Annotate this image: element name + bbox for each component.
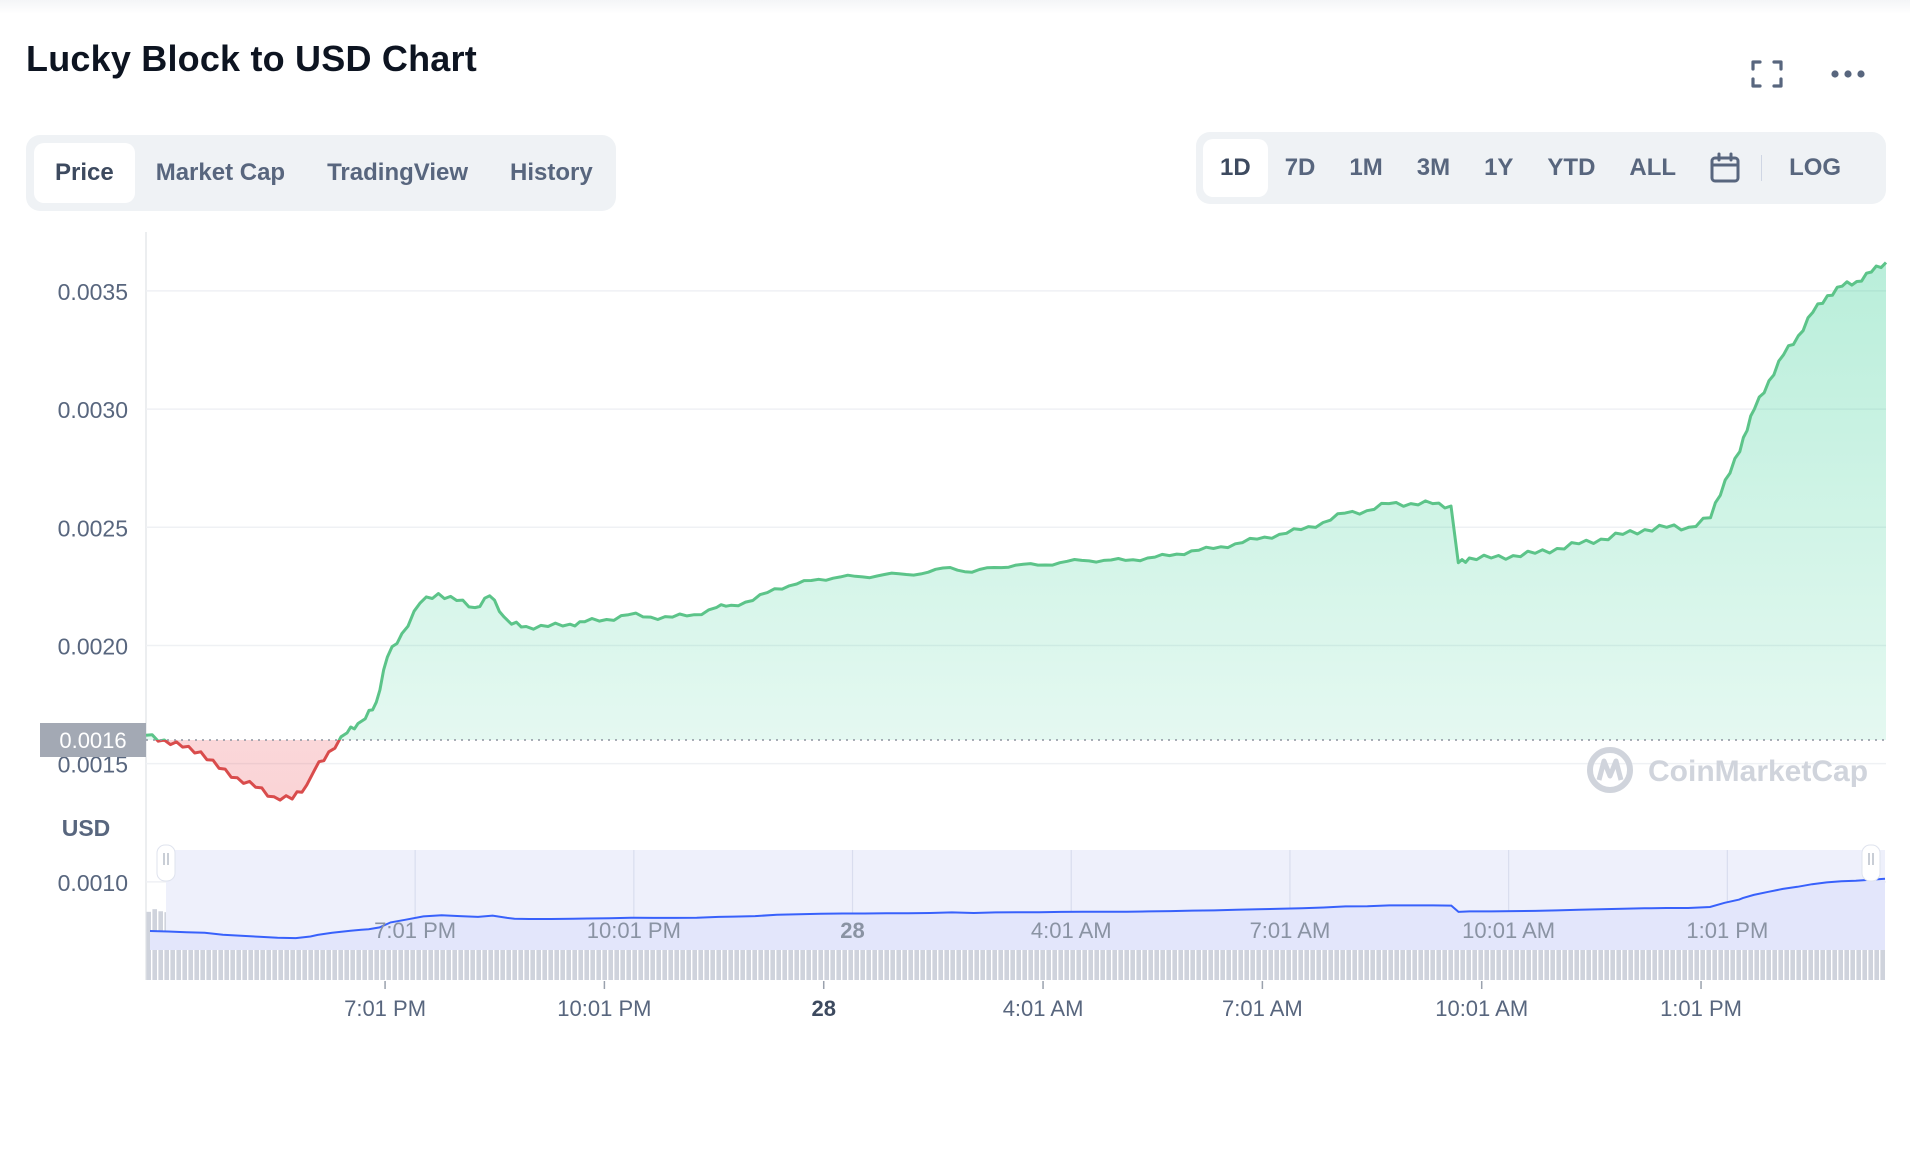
coinmarketcap-watermark: CoinMarketCap	[1587, 747, 1868, 793]
y-tick-label: 0.0030	[58, 397, 128, 423]
range-1d[interactable]: 1D	[1203, 139, 1268, 197]
chart-title: Lucky Block to USD Chart	[26, 38, 477, 79]
range-1m[interactable]: 1M	[1332, 139, 1399, 197]
watermark-text: CoinMarketCap	[1648, 755, 1868, 788]
y-axis-unit-label: USD	[62, 815, 111, 841]
y-tick-label: 0.0035	[58, 279, 128, 305]
reference-badge-label: 0.0016	[59, 728, 126, 753]
range-navigator[interactable]: 7:01 PM 10:01 PM 28 4:01 AM 7:01 AM 10:01 AM 1…	[149, 844, 1886, 950]
navigator-label: 10:01 PM	[587, 918, 681, 943]
range-1y-label: 1Y	[1484, 154, 1514, 181]
price-chart[interactable]: 0.00350.00300.00250.00200.00150.0010 0.0…	[0, 220, 1910, 1154]
range-1m-label: 1M	[1349, 154, 1383, 181]
tab-market-cap-label: Market Cap	[155, 159, 286, 186]
tab-tradingview-label: TradingView	[327, 159, 469, 186]
tab-market-cap[interactable]: Market Cap	[135, 143, 306, 203]
tab-price-label: Price	[55, 159, 114, 186]
y-tick-label: 0.0020	[58, 633, 128, 659]
range-ytd[interactable]: YTD	[1530, 139, 1612, 197]
more-options-button[interactable]	[1826, 55, 1870, 93]
range-ytd-label: YTD	[1547, 154, 1596, 181]
navigator-left-handle[interactable]	[156, 844, 176, 882]
tab-history[interactable]: History	[489, 143, 614, 203]
top-edge-shade	[0, 0, 1910, 14]
x-tick-label: 10:01 AM	[1435, 996, 1528, 1021]
expand-button[interactable]	[1745, 55, 1789, 93]
range-3m-label: 3M	[1416, 154, 1451, 181]
tab-tradingview[interactable]: TradingView	[306, 143, 489, 203]
range-all-label: ALL	[1629, 154, 1677, 181]
range-1d-label: 1D	[1220, 154, 1251, 181]
range-7d[interactable]: 7D	[1268, 139, 1333, 197]
navigator-label: 1:01 PM	[1686, 918, 1768, 943]
tab-history-label: History	[510, 159, 593, 186]
x-axis: 7:01 PM 10:01 PM 28 4:01 AM 7:01 AM 10:01 AM 1…	[344, 981, 1742, 1021]
x-tick-label: 7:01 PM	[344, 996, 426, 1021]
x-tick-label: 10:01 PM	[557, 996, 651, 1021]
range-separator	[1761, 155, 1763, 181]
x-tick-label: 28	[811, 996, 835, 1021]
view-tabs: Price Market Cap TradingView History	[26, 135, 616, 211]
log-scale-toggle[interactable]: LOG	[1772, 139, 1858, 197]
range-3m[interactable]: 3M	[1400, 139, 1467, 197]
y-axis-labels: 0.00350.00300.00250.00200.00150.0010	[58, 279, 128, 896]
navigator-label: 4:01 AM	[1031, 918, 1112, 943]
range-1y[interactable]: 1Y	[1467, 139, 1530, 197]
y-tick-label: 0.0025	[58, 515, 128, 541]
navigator-label: 10:01 AM	[1462, 918, 1555, 943]
calendar-button[interactable]	[1699, 139, 1751, 197]
x-tick-label: 1:01 PM	[1660, 996, 1742, 1021]
calendar-icon	[1710, 152, 1740, 183]
y-tick-label: 0.0010	[58, 870, 128, 896]
x-tick-label: 7:01 AM	[1222, 996, 1303, 1021]
expand-icon	[1751, 60, 1783, 88]
navigator-label: 7:01 AM	[1250, 918, 1331, 943]
more-dots-icon	[1831, 70, 1865, 78]
log-scale-label: LOG	[1789, 154, 1842, 181]
time-range-selector: 1D 7D 1M 3M 1Y YTD ALL LOG	[1196, 132, 1886, 204]
navigator-label: 7:01 PM	[374, 918, 456, 943]
x-tick-label: 4:01 AM	[1003, 996, 1084, 1021]
range-all[interactable]: ALL	[1612, 139, 1693, 197]
navigator-label: 28	[840, 918, 864, 943]
range-7d-label: 7D	[1284, 154, 1316, 181]
navigator-right-handle[interactable]	[1861, 844, 1881, 882]
tab-price[interactable]: Price	[34, 143, 135, 203]
